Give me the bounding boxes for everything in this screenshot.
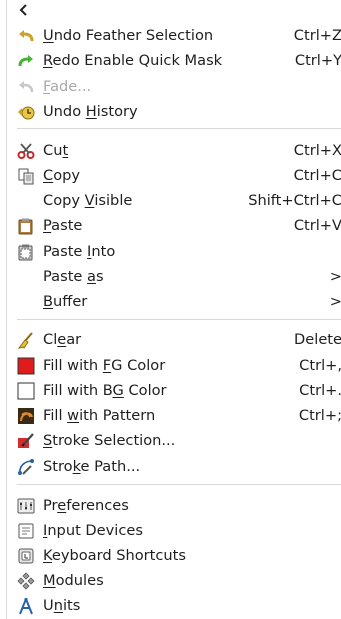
redo-icon [18, 55, 33, 67]
menu-item-shortcut: Ctrl+V [293, 217, 341, 234]
menu-item-label: Paste as [43, 268, 104, 285]
menu-item-buffer[interactable]: Buffer > [7, 290, 341, 314]
menu-item-shortcut: Ctrl+C [293, 167, 341, 184]
menu-item-copy-visible[interactable]: Copy Visible Shift+Ctrl+C [7, 189, 341, 213]
menu-item-shortcut: Ctrl+Z [293, 27, 341, 44]
menu-item-label: Buffer [43, 293, 88, 310]
menu-item-cut[interactable]: Cut Ctrl+X [7, 139, 341, 163]
mnemonic-key: F [43, 78, 51, 95]
mnemonic-key: F [102, 357, 112, 374]
menu-item-label: Units [43, 597, 81, 614]
menu-item-paste-into[interactable]: Paste Into [7, 240, 341, 264]
menu-item-copy[interactable]: Copy Ctrl+C [7, 164, 341, 188]
mnemonic-key: k [72, 458, 81, 475]
undo-history-icon [18, 106, 35, 120]
mnemonic-key: t [62, 142, 69, 159]
mnemonic-key: n [53, 597, 63, 614]
menu-item-label: Fill with FG Color [43, 357, 166, 374]
mnemonic-key: B [43, 293, 54, 310]
menu-item-label: Fill with BG Color [43, 382, 167, 399]
menu-separator [17, 128, 341, 129]
chevron-left-icon[interactable] [17, 2, 31, 18]
pattern-icon [18, 408, 34, 424]
mnemonic-key: C [43, 167, 54, 184]
units-icon [19, 597, 33, 615]
menu-item-shortcut: Ctrl+Y [294, 52, 341, 69]
menu-item-preferences[interactable]: Preferences [7, 494, 341, 518]
mnemonic-key: e [57, 497, 67, 514]
mnemonic-key: w [67, 407, 80, 424]
paste-icon [18, 218, 33, 235]
mnemonic-key: S [43, 432, 53, 449]
mnemonic-key: H [85, 103, 97, 120]
bg-color-swatch-icon [17, 382, 35, 400]
submenu-arrow-icon: > [329, 293, 341, 310]
input-devices-icon [18, 523, 34, 539]
menu-item-label: Paste Into [43, 243, 116, 260]
mnemonic-key: e [57, 331, 67, 348]
menu-item-clear[interactable]: Clear Delete [7, 328, 341, 352]
menu-item-paste-as[interactable]: Paste as > [7, 265, 341, 289]
menu-item-paste[interactable]: Paste Ctrl+V [7, 214, 341, 238]
preferences-icon [17, 498, 35, 514]
mnemonic-key: a [87, 268, 96, 285]
keyboard-icon [18, 548, 34, 564]
menu-item-redo[interactable]: Redo Enable Quick Mask Ctrl+Y [7, 49, 341, 73]
stroke-path-icon [18, 459, 34, 475]
menu-separator [17, 484, 341, 485]
menu-item-shortcut: Ctrl+X [293, 142, 341, 159]
menu-item-units[interactable]: Units [7, 594, 341, 618]
undo-icon [19, 30, 34, 42]
menu-item-label: Paste [43, 217, 83, 234]
menu-item-label: Copy Visible [43, 192, 133, 209]
menu-item-label: Redo Enable Quick Mask [43, 52, 223, 69]
edit-menu: Undo Feather Selection Ctrl+Z Redo Enable … [6, 0, 341, 619]
menu-item-label: Stroke Selection... [43, 432, 176, 449]
menu-item-stroke-selection[interactable]: Stroke Selection... [7, 429, 341, 453]
broom-icon [17, 332, 33, 349]
menu-item-fill-fg[interactable]: Fill with FG Color Ctrl+, [7, 354, 341, 378]
fg-color-swatch-icon [17, 357, 35, 375]
menu-item-label: Stroke Path... [43, 458, 141, 475]
menu-item-label: Clear [43, 331, 82, 348]
menu-item-input-devices[interactable]: Input Devices [7, 519, 341, 543]
menu-item-label: Fade... [43, 78, 92, 95]
menu-item-undo[interactable]: Undo Feather Selection Ctrl+Z [7, 24, 341, 48]
mnemonic-key: V [84, 192, 95, 209]
submenu-arrow-icon: > [329, 268, 341, 285]
menu-item-stroke-path[interactable]: Stroke Path... [7, 455, 341, 479]
menu-item-shortcut: Ctrl+; [298, 407, 341, 424]
mnemonic-key: K [43, 547, 52, 564]
paste-into-icon [18, 244, 33, 261]
menu-item-fill-pattern[interactable]: Fill with Pattern Ctrl+; [7, 404, 341, 428]
mnemonic-key: G [112, 382, 124, 399]
fade-icon [19, 81, 34, 93]
menu-item-label: Modules [43, 572, 104, 589]
menu-item-shortcut: Delete [294, 331, 341, 348]
stroke-selection-icon [18, 433, 34, 448]
menu-item-label: Fill with Pattern [43, 407, 156, 424]
mnemonic-key: U [43, 27, 54, 44]
copy-icon [18, 168, 34, 185]
menu-item-undo-history[interactable]: Undo History [7, 100, 341, 124]
menu-item-label: Copy [43, 167, 81, 184]
menu-separator [17, 319, 341, 320]
mnemonic-key: P [43, 217, 52, 234]
modules-icon [17, 572, 35, 590]
menu-item-shortcut: Shift+Ctrl+C [248, 192, 341, 209]
menu-item-label: Cut [43, 142, 69, 159]
menu-item-fill-bg[interactable]: Fill with BG Color Ctrl+. [7, 379, 341, 403]
menu-item-keyboard-shortcuts[interactable]: Keyboard Shortcuts [7, 544, 341, 568]
menu-item-label: Preferences [43, 497, 129, 514]
scissors-icon [17, 143, 35, 159]
menu-item-label: Undo Feather Selection [43, 27, 214, 44]
menu-item-label: Input Devices [43, 522, 143, 539]
menu-item-shortcut: Ctrl+, [299, 357, 341, 374]
menu-item-shortcut: Ctrl+. [299, 382, 341, 399]
menu-item-fade: Fade... [7, 75, 341, 99]
mnemonic-key: M [43, 572, 56, 589]
menu-item-modules[interactable]: Modules [7, 569, 341, 593]
menu-item-label: Keyboard Shortcuts [43, 547, 187, 564]
menu-item-label: Undo History [43, 103, 138, 120]
